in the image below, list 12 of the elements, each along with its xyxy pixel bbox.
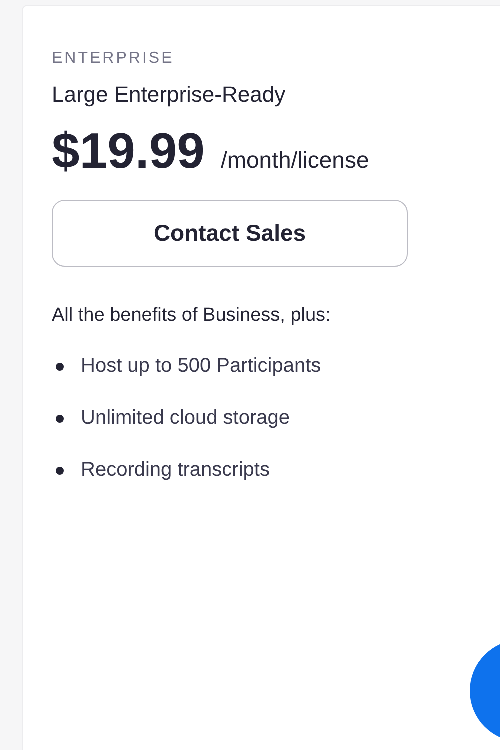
- bullet-icon: [56, 414, 64, 422]
- feature-text: Unlimited cloud storage: [81, 407, 290, 430]
- plan-price: $19.99: [52, 122, 205, 180]
- bullet-icon: [56, 362, 64, 370]
- feature-text: Recording transcripts: [81, 459, 270, 482]
- contact-sales-button[interactable]: Contact Sales: [52, 200, 408, 267]
- feature-text: Host up to 500 Participants: [81, 355, 322, 378]
- price-period: /month/license: [220, 147, 370, 174]
- features-intro: All the benefits of Business, plus:: [52, 305, 332, 327]
- bullet-icon: [56, 466, 64, 474]
- plan-subtitle: Large Enterprise-Ready: [52, 82, 287, 108]
- plan-tier-label: ENTERPRISE: [52, 50, 176, 68]
